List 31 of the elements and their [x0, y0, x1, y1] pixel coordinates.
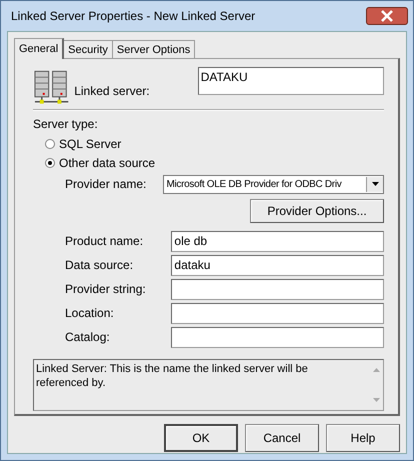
radio-button[interactable]: [45, 158, 55, 168]
input-field[interactable]: [171, 326, 384, 348]
field-label: Product name:: [65, 234, 144, 248]
group-label: Server type:: [33, 117, 99, 131]
tab[interactable]: Server Options: [112, 40, 196, 58]
field-label: Catalog:: [65, 330, 111, 344]
dialog-button[interactable]: OK: [164, 424, 238, 452]
field-label: Location:: [65, 306, 115, 320]
linked-server-field[interactable]: DATAKU: [198, 67, 384, 95]
close-button[interactable]: [366, 7, 408, 25]
dialog-button[interactable]: Help: [326, 424, 400, 452]
radio-button[interactable]: [45, 138, 55, 148]
tab[interactable]: Security: [63, 40, 113, 58]
field-label: Linked server:: [74, 84, 151, 98]
window-title: Linked Server Properties - New Linked Server: [10, 9, 256, 23]
input-field[interactable]: ole db: [171, 230, 384, 252]
input-field[interactable]: [171, 302, 384, 324]
field-label: Data source:: [65, 258, 134, 272]
provider-options-button[interactable]: Provider Options...: [250, 199, 384, 223]
radio-option[interactable]: Other data source: [33, 153, 384, 172]
tab[interactable]: General: [14, 38, 64, 59]
field-label: Provider string:: [65, 282, 147, 296]
close-icon: [380, 10, 394, 22]
field-label: Provider name:: [65, 177, 148, 191]
description-text: Linked Server: This is the name the linked server will be referenced by.: [35, 362, 309, 391]
provider-dropdown[interactable]: Microsoft OLE DB Provider for ODBC Driv: [163, 174, 384, 194]
input-field[interactable]: dataku: [171, 254, 384, 276]
radio-option[interactable]: SQL Server: [33, 134, 384, 153]
dialog-button[interactable]: Cancel: [245, 424, 319, 452]
caret-icon: [372, 182, 378, 186]
input-field[interactable]: [171, 278, 384, 300]
